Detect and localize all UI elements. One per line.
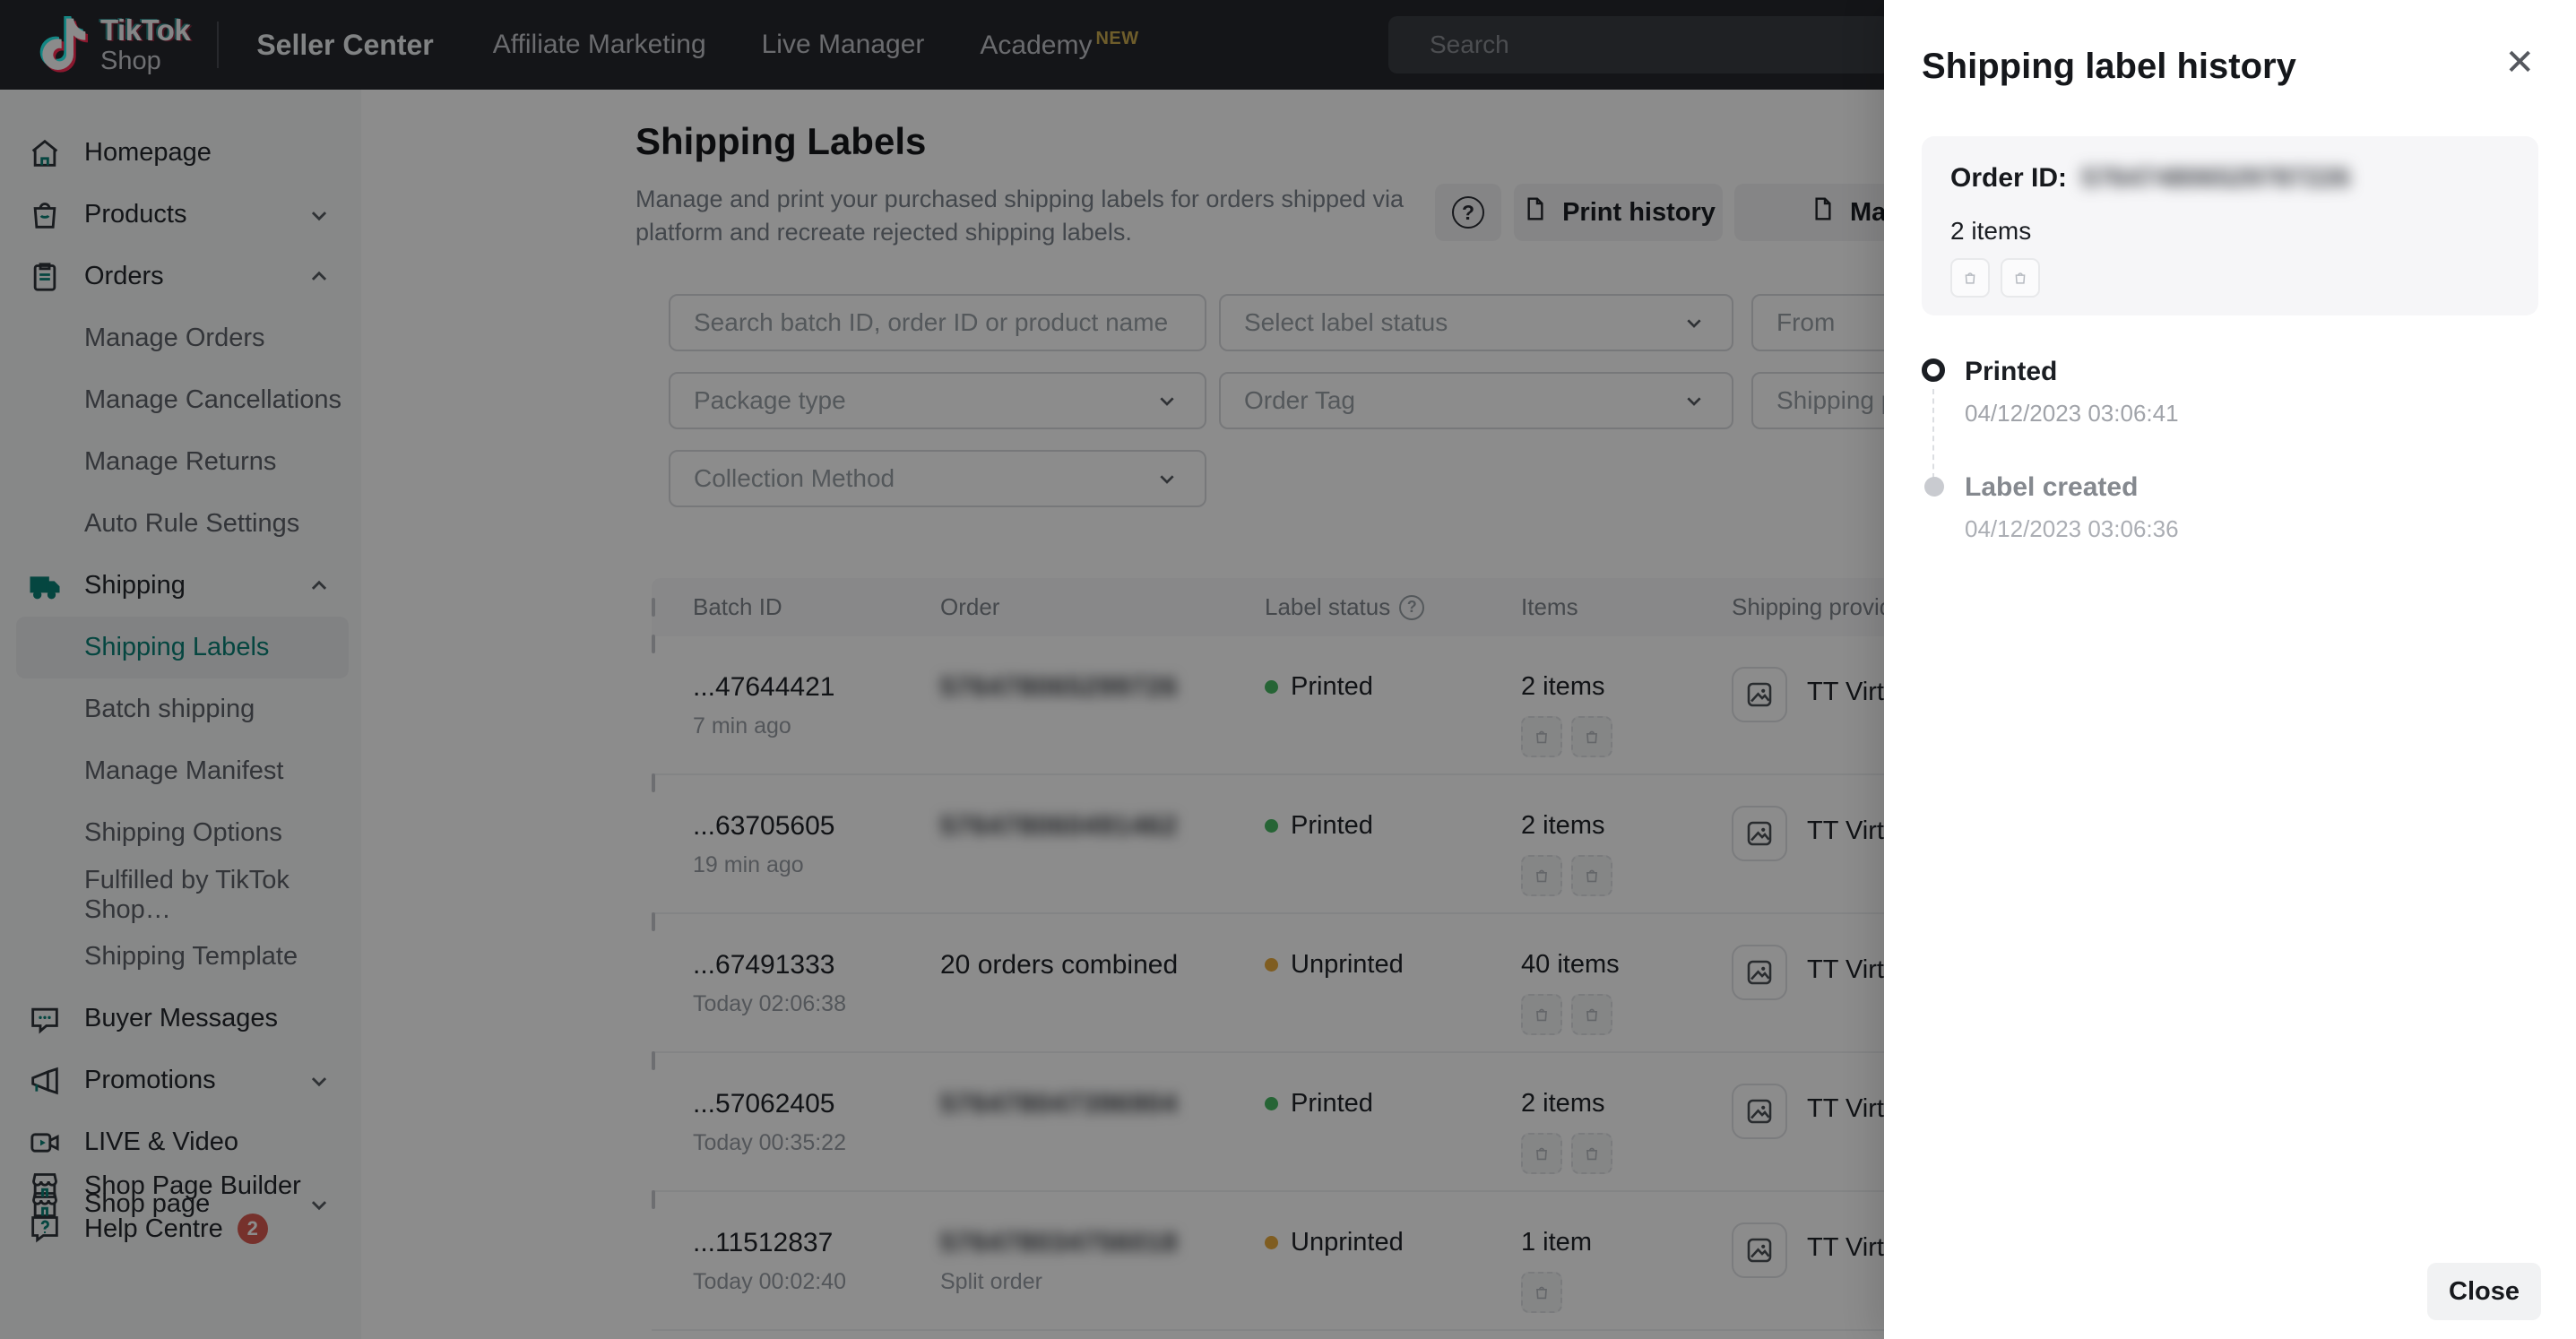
timeline-event-time: 04/12/2023 03:06:41 [1965, 400, 2179, 428]
shipping-label-history-drawer: Shipping label history ✕ Order ID: 57647… [1884, 0, 2576, 1339]
order-summary-card: Order ID: 576474806529787226 2 items [1922, 136, 2538, 315]
timeline-bullet-filled [1924, 477, 1944, 497]
close-icon[interactable]: ✕ [2504, 45, 2535, 81]
order-item-thumbnail [1950, 258, 1990, 298]
timeline-entry-past: Label created 04/12/2023 03:06:36 [1922, 472, 2179, 543]
timeline-entry-current: Printed 04/12/2023 03:06:41 [1922, 357, 2179, 428]
order-id-label: Order ID: [1950, 163, 2067, 194]
modal-backdrop[interactable] [0, 0, 1884, 1339]
timeline-event-label: Printed [1965, 357, 2179, 387]
timeline-bullet-ring [1922, 359, 1945, 382]
app-root: TikTok Shop Seller Center Affiliate Mark… [0, 0, 2576, 1339]
timeline-connector [1932, 389, 1934, 479]
order-items-count: 2 items [1950, 217, 2510, 246]
timeline-event-label: Label created [1965, 472, 2179, 503]
label-history-timeline: Printed 04/12/2023 03:06:41 Label created 0… [1922, 357, 2179, 588]
order-item-thumbnails [1950, 258, 2510, 298]
order-item-thumbnail [2001, 258, 2040, 298]
timeline-event-time: 04/12/2023 03:06:36 [1965, 515, 2179, 543]
drawer-title: Shipping label history [1922, 47, 2296, 87]
order-id-value-blurred: 576474806529787226 [2081, 163, 2350, 194]
close-button[interactable]: Close [2427, 1263, 2541, 1320]
